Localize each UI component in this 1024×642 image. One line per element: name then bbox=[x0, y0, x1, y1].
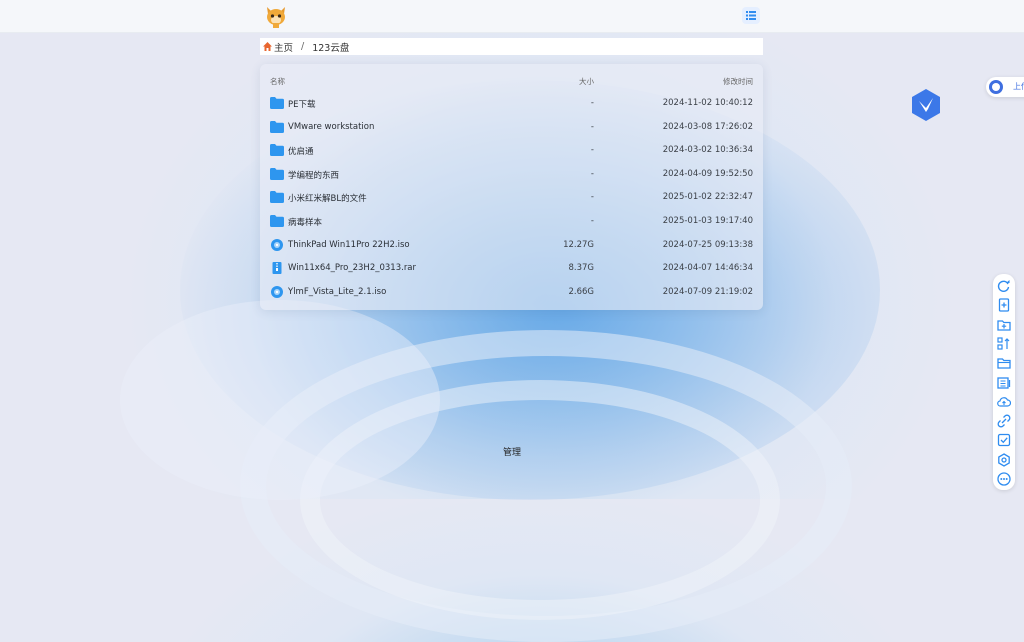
breadcrumb-current[interactable]: 123云盘 bbox=[312, 40, 349, 54]
file-modified-time: 2025-01-02 22:32:47 bbox=[662, 192, 753, 203]
file-list-panel: 名称 大小 修改时间 PE下载 - 2024-11-02 10:40:12 VMwar… bbox=[260, 64, 763, 310]
file-row[interactable]: VMware workstation - 2024-03-08 17:26:02 bbox=[260, 116, 763, 139]
more-icon[interactable] bbox=[997, 472, 1011, 486]
file-size: - bbox=[590, 168, 594, 179]
upload-float-label: 上传 bbox=[1013, 82, 1024, 91]
file-row[interactable]: ThinkPad Win11Pro 22H2.iso 12.27G 2024-07-… bbox=[260, 234, 763, 257]
wallpaper-wave bbox=[120, 300, 440, 500]
file-modified-time: 2024-04-09 19:52:50 bbox=[662, 168, 753, 179]
folder-icon[interactable] bbox=[997, 356, 1011, 370]
file-size: - bbox=[590, 192, 594, 203]
upload-icon[interactable] bbox=[997, 395, 1012, 409]
file-modified-time: 2024-11-02 10:40:12 bbox=[662, 98, 753, 108]
column-header-name[interactable]: 名称 bbox=[270, 76, 285, 87]
file-modified-time: 2025-01-03 19:17:40 bbox=[662, 216, 753, 226]
settings-icon[interactable] bbox=[997, 452, 1011, 467]
file-name[interactable]: 病毒样本 bbox=[288, 216, 322, 228]
file-row[interactable]: 病毒样本 - 2025-01-03 19:17:40 bbox=[260, 210, 763, 233]
file-size: 2.66G bbox=[568, 286, 594, 297]
top-bar bbox=[0, 0, 1024, 33]
folder-icon bbox=[270, 120, 284, 133]
file-row[interactable]: YlmF_Vista_Lite_2.1.iso 2.66G 2024-07-09 2… bbox=[260, 281, 763, 304]
select-icon[interactable] bbox=[997, 433, 1011, 447]
new-file-icon[interactable] bbox=[997, 298, 1011, 312]
breadcrumb-separator: / bbox=[301, 41, 305, 52]
folder-icon bbox=[270, 97, 284, 109]
sort-icon[interactable] bbox=[997, 337, 1011, 351]
bird-badge-icon[interactable] bbox=[911, 89, 941, 121]
side-toolbar bbox=[993, 274, 1015, 490]
upload-ring-icon bbox=[989, 80, 1003, 94]
refresh-icon[interactable] bbox=[997, 279, 1011, 293]
file-row[interactable]: 优启通 - 2024-03-02 10:36:34 bbox=[260, 139, 763, 162]
file-name[interactable]: 小米红米解BL的文件 bbox=[288, 192, 367, 204]
manage-link[interactable]: 管理 bbox=[503, 445, 521, 458]
file-row[interactable]: 学编程的东西 - 2024-04-09 19:52:50 bbox=[260, 163, 763, 186]
file-size: - bbox=[590, 98, 594, 108]
file-size: - bbox=[590, 216, 594, 226]
column-header-modified[interactable]: 修改时间 bbox=[723, 76, 753, 87]
file-name[interactable]: Win11x64_Pro_23H2_0313.rar bbox=[288, 263, 416, 273]
file-row[interactable]: Win11x64_Pro_23H2_0313.rar 8.37G 2024-04-0… bbox=[260, 257, 763, 280]
folder-icon bbox=[270, 215, 284, 227]
breadcrumb: 主页 / 123云盘 bbox=[260, 38, 763, 55]
file-size: 12.27G bbox=[563, 239, 594, 250]
file-modified-time: 2024-07-25 09:13:38 bbox=[662, 239, 753, 250]
folder-icon bbox=[270, 191, 284, 204]
upload-float-button[interactable]: 上传 bbox=[986, 77, 1024, 97]
file-modified-time: 2024-07-09 21:19:02 bbox=[662, 286, 753, 297]
file-size: 8.37G bbox=[568, 263, 594, 274]
breadcrumb-home[interactable]: 主页 bbox=[274, 40, 293, 54]
cat-avatar-icon[interactable] bbox=[264, 4, 288, 28]
new-folder-icon[interactable] bbox=[997, 318, 1011, 332]
file-name[interactable]: 优启通 bbox=[288, 145, 314, 157]
disc-image-icon bbox=[270, 238, 284, 251]
disc-image-icon bbox=[270, 285, 284, 298]
queue-icon[interactable] bbox=[997, 376, 1011, 390]
column-header-size[interactable]: 大小 bbox=[579, 76, 594, 87]
file-row[interactable]: 小米红米解BL的文件 - 2025-01-02 22:32:47 bbox=[260, 186, 763, 209]
file-name[interactable]: PE下载 bbox=[288, 98, 316, 110]
file-modified-time: 2024-04-07 14:46:34 bbox=[662, 263, 753, 274]
file-modified-time: 2024-03-08 17:26:02 bbox=[662, 121, 753, 132]
archive-file-icon bbox=[270, 262, 284, 275]
file-name[interactable]: VMware workstation bbox=[288, 122, 374, 132]
file-name[interactable]: ThinkPad Win11Pro 22H2.iso bbox=[288, 240, 410, 250]
file-modified-time: 2024-03-02 10:36:34 bbox=[662, 145, 753, 156]
folder-icon bbox=[270, 144, 284, 157]
file-row[interactable]: PE下载 - 2024-11-02 10:40:12 bbox=[260, 92, 763, 115]
file-name[interactable]: 学编程的东西 bbox=[288, 169, 339, 181]
home-icon[interactable] bbox=[263, 42, 272, 51]
list-view-icon[interactable] bbox=[742, 7, 760, 24]
file-name[interactable]: YlmF_Vista_Lite_2.1.iso bbox=[288, 287, 386, 297]
file-size: - bbox=[590, 145, 594, 156]
folder-icon bbox=[270, 167, 284, 180]
file-size: - bbox=[590, 121, 594, 132]
link-icon[interactable] bbox=[997, 414, 1011, 428]
